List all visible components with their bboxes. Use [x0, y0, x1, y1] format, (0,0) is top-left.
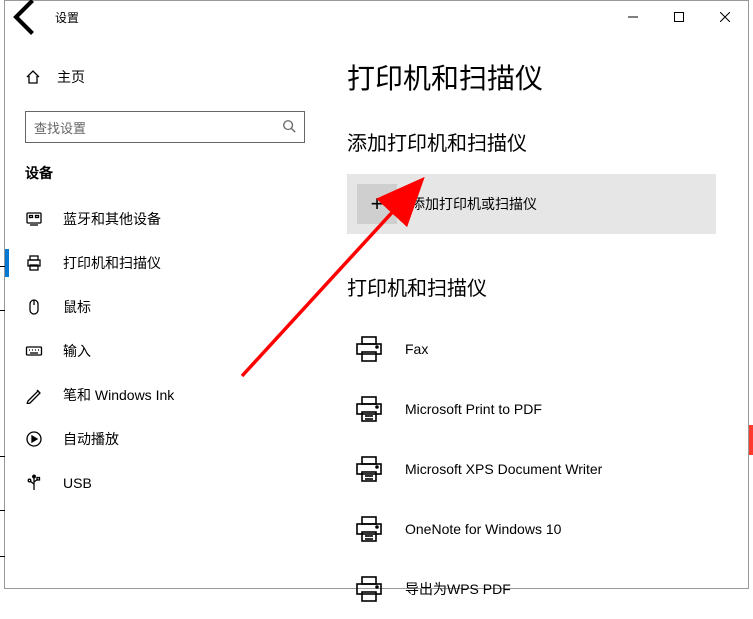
edge-artifact — [0, 556, 5, 557]
sidebar-item-pen[interactable]: 笔和 Windows Ink — [5, 373, 325, 417]
edge-artifact — [0, 310, 5, 311]
printer-icon — [25, 254, 43, 272]
usb-icon — [25, 474, 43, 492]
sidebar-item-bluetooth[interactable]: 蓝牙和其他设备 — [5, 197, 325, 241]
printer-item[interactable]: 导出为WPS PDF — [347, 559, 726, 619]
sidebar-item-label: 自动播放 — [63, 429, 119, 449]
section-list-title: 打印机和扫描仪 — [347, 272, 726, 301]
titlebar: 设置 — [5, 1, 748, 33]
printer-name: Fax — [405, 341, 428, 357]
printer-name: 导出为WPS PDF — [405, 579, 511, 599]
close-button[interactable] — [702, 1, 748, 33]
maximize-button[interactable] — [656, 1, 702, 33]
sidebar-item-mouse[interactable]: 鼠标 — [5, 285, 325, 329]
plus-icon: + — [357, 184, 397, 224]
printer-icon — [349, 329, 389, 369]
edge-artifact — [0, 266, 5, 267]
edge-artifact — [0, 510, 5, 511]
printer-name: Microsoft Print to PDF — [405, 401, 542, 417]
sidebar-item-usb[interactable]: USB — [5, 461, 325, 505]
category-header: 设备 — [5, 163, 325, 183]
sidebar: 主页 查找设置 设备 蓝牙和其他设备 打印机和扫描仪 — [5, 33, 325, 588]
sidebar-item-label: USB — [63, 475, 92, 491]
sidebar-item-label: 输入 — [63, 341, 91, 361]
back-button[interactable] — [5, 1, 49, 33]
home-label: 主页 — [57, 67, 85, 87]
add-printer-button[interactable]: + 添加打印机或扫描仪 — [347, 174, 716, 234]
home-icon — [25, 69, 41, 85]
printer-item[interactable]: Microsoft Print to PDF — [347, 379, 726, 439]
printer-item[interactable]: Fax — [347, 319, 726, 379]
printer-item[interactable]: Microsoft XPS Document Writer — [347, 439, 726, 499]
search-placeholder: 查找设置 — [34, 118, 86, 137]
bluetooth-icon — [25, 210, 43, 228]
printer-item[interactable]: OneNote for Windows 10 — [347, 499, 726, 559]
printer-icon — [349, 509, 389, 549]
search-input[interactable]: 查找设置 — [25, 111, 305, 143]
pen-icon — [25, 386, 43, 404]
window-title: 设置 — [55, 9, 79, 26]
sidebar-item-label: 笔和 Windows Ink — [63, 385, 174, 405]
printer-icon — [349, 569, 389, 609]
sidebar-item-printers[interactable]: 打印机和扫描仪 — [5, 241, 325, 285]
sidebar-item-label: 鼠标 — [63, 297, 91, 317]
home-link[interactable]: 主页 — [5, 61, 325, 93]
sidebar-item-label: 打印机和扫描仪 — [63, 253, 161, 273]
printer-name: Microsoft XPS Document Writer — [405, 461, 602, 477]
edge-artifact — [0, 456, 5, 457]
keyboard-icon — [25, 342, 43, 360]
sidebar-item-autoplay[interactable]: 自动播放 — [5, 417, 325, 461]
printer-icon — [349, 389, 389, 429]
printer-name: OneNote for Windows 10 — [405, 521, 561, 537]
search-icon — [282, 119, 296, 136]
edge-artifact — [749, 425, 753, 455]
autoplay-icon — [25, 430, 43, 448]
page-title: 打印机和扫描仪 — [347, 57, 726, 97]
printer-icon — [349, 449, 389, 489]
minimize-button[interactable] — [610, 1, 656, 33]
section-add-title: 添加打印机和扫描仪 — [347, 127, 726, 156]
mouse-icon — [25, 298, 43, 316]
main-pane: 打印机和扫描仪 添加打印机和扫描仪 + 添加打印机或扫描仪 打印机和扫描仪 Fa… — [325, 33, 748, 588]
sidebar-item-label: 蓝牙和其他设备 — [63, 209, 161, 229]
add-printer-label: 添加打印机或扫描仪 — [411, 194, 537, 214]
sidebar-item-typing[interactable]: 输入 — [5, 329, 325, 373]
